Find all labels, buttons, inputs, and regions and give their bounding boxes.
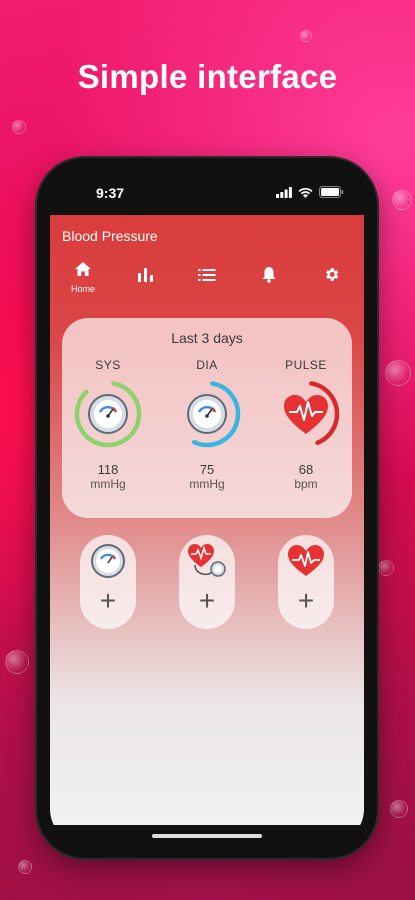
decorative-bubble	[300, 30, 312, 42]
decorative-bubble	[5, 650, 29, 674]
app-title: Blood Pressure	[62, 228, 158, 244]
metric-pulse-name: PULSE	[285, 358, 327, 372]
signal-icon	[276, 186, 292, 198]
metric-pulse-unit: bpm	[294, 477, 318, 491]
decorative-bubble	[390, 800, 408, 818]
tab-home[interactable]: Home	[63, 261, 103, 294]
status-icons	[276, 186, 344, 198]
metric-sys: SYS 118 mmHg	[68, 358, 148, 491]
tab-statistics[interactable]	[125, 267, 165, 287]
bar-chart-icon	[137, 268, 153, 282]
metric-sys-value: 118	[97, 462, 119, 477]
status-time: 9:37	[96, 185, 125, 201]
summary-card[interactable]: Last 3 days SYS 118 mmHg DIA 75 mmHg PUL…	[62, 318, 352, 518]
metric-dia-unit: mmHg	[189, 477, 225, 491]
add-icon: +	[297, 585, 315, 616]
gauge-icon	[91, 544, 125, 578]
metric-pulse: PULSE 68 bpm	[266, 358, 346, 491]
app-content: Blood Pressure Home Last 3 days SYS 118 …	[50, 215, 364, 825]
dia-ring	[173, 380, 241, 448]
metric-sys-name: SYS	[95, 358, 121, 372]
add-measurement-button[interactable]: +	[179, 535, 235, 629]
wifi-icon	[298, 187, 313, 198]
add-blood-pressure-button[interactable]: +	[80, 535, 136, 629]
add-pulse-button[interactable]: +	[278, 535, 334, 629]
heart-stethoscope-icon	[188, 544, 226, 577]
list-icon	[198, 269, 216, 281]
phone-screen: 9:37 Blood Pressure Home Last 3 days SYS…	[50, 171, 364, 845]
gauge-icon	[187, 394, 227, 434]
home-indicator[interactable]	[152, 834, 262, 838]
summary-title: Last 3 days	[171, 330, 243, 346]
heart-pulse-icon	[284, 395, 328, 434]
pulse-ring	[272, 380, 340, 448]
decorative-bubble	[392, 190, 412, 210]
tab-settings[interactable]	[311, 266, 351, 288]
battery-icon	[319, 186, 344, 198]
gear-icon	[325, 268, 338, 281]
promo-headline: Simple interface	[77, 58, 338, 95]
decorative-bubble	[12, 120, 26, 134]
metric-sys-unit: mmHg	[90, 477, 126, 491]
decorative-bubble	[18, 860, 32, 874]
decorative-bubble	[385, 360, 411, 386]
tab-history[interactable]	[187, 268, 227, 287]
metric-dia-name: DIA	[196, 358, 218, 372]
metric-dia: DIA 75 mmHg	[167, 358, 247, 491]
home-icon	[75, 262, 91, 276]
bell-icon	[262, 267, 276, 283]
tab-reminders[interactable]	[249, 266, 289, 288]
add-icon: +	[198, 585, 216, 616]
metric-pulse-value: 68	[298, 462, 314, 477]
gauge-icon	[88, 394, 128, 434]
heart-pulse-icon	[288, 545, 324, 576]
metric-dia-value: 75	[199, 462, 215, 477]
sys-ring	[74, 380, 142, 448]
tab-bar: Home	[50, 261, 364, 301]
phone-frame: 9:37 Blood Pressure Home Last 3 days SYS…	[37, 158, 377, 858]
add-icon: +	[99, 585, 117, 616]
status-bar: 9:37	[50, 171, 364, 215]
decorative-bubble	[378, 560, 394, 576]
tab-home-label: Home	[70, 284, 95, 294]
